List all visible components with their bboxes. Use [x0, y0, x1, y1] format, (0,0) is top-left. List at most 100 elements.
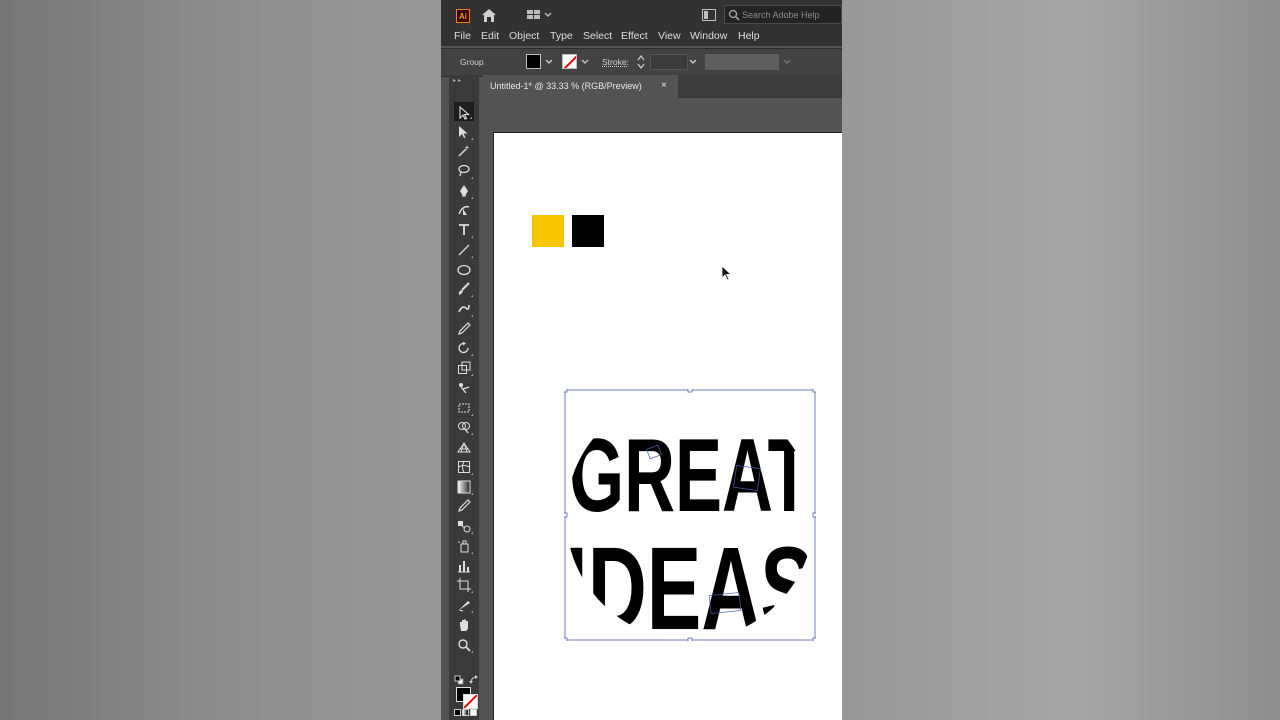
column-graph-tool-button[interactable] [454, 556, 474, 575]
flyout-indicator [471, 552, 473, 554]
pen-tool-icon [460, 185, 468, 197]
zoom-tool-button[interactable] [454, 635, 474, 654]
mesh-tool-button[interactable] [454, 457, 474, 476]
curvature-tool-button[interactable] [454, 200, 474, 219]
stroke-weight-input[interactable] [650, 54, 688, 70]
symbol-sprayer-tool-button[interactable] [454, 536, 474, 555]
menu-view[interactable]: View [658, 30, 681, 42]
color-mode-icon[interactable] [454, 709, 461, 716]
default-colors-icon[interactable] [454, 675, 464, 685]
document-tab[interactable]: Untitled-1* @ 33.33 % (RGB/Preview) × [483, 75, 678, 98]
black-swatch-rectangle[interactable] [572, 215, 604, 247]
close-icon[interactable]: × [661, 80, 667, 91]
gradient-tool-icon [457, 480, 471, 494]
paintbrush-tool-button[interactable] [454, 279, 474, 298]
flyout-indicator [471, 374, 473, 376]
type-tool-icon [459, 224, 469, 235]
hand-tool-icon [460, 619, 468, 631]
flyout-indicator [471, 177, 473, 179]
chevron-down-icon[interactable] [689, 59, 697, 65]
menu-file[interactable]: File [454, 30, 471, 42]
search-input[interactable] [742, 7, 842, 22]
column-graph-tool-icon [458, 561, 470, 573]
tools-panel [449, 75, 479, 720]
puppet-warp-tool-button[interactable] [454, 378, 474, 397]
scale-tool-button[interactable] [454, 358, 474, 377]
none-mode-icon[interactable] [470, 709, 477, 716]
hand-tool-button[interactable] [454, 615, 474, 634]
yellow-swatch-rectangle[interactable] [532, 215, 564, 247]
flyout-indicator [471, 493, 473, 495]
chevron-down-icon[interactable] [783, 59, 791, 65]
chevron-down-icon[interactable] [545, 59, 553, 65]
fill-stroke-widget[interactable] [454, 675, 480, 716]
gradient-tool-button[interactable] [454, 477, 474, 496]
menu-select[interactable]: Select [583, 30, 612, 42]
symbol-sprayer-tool-icon [458, 540, 469, 553]
pen-tool-button[interactable] [454, 181, 474, 200]
arrange-documents-icon[interactable] [702, 9, 716, 21]
artboard[interactable]: GREAT IDEAS [493, 132, 842, 720]
document-tab-bar: Untitled-1* @ 33.33 % (RGB/Preview) × [483, 75, 842, 98]
rotate-tool-button[interactable] [454, 338, 474, 357]
lasso-tool-button[interactable] [454, 161, 474, 180]
perspective-grid-tool-icon [457, 442, 471, 453]
selection-tool-button[interactable] [454, 102, 474, 121]
flyout-indicator [471, 414, 473, 416]
variable-width-profile[interactable] [705, 54, 779, 70]
swap-colors-icon[interactable] [469, 675, 479, 685]
stroke-weight-label[interactable]: Stroke: [602, 57, 629, 67]
stroke-color-swatch[interactable] [562, 54, 577, 69]
selection-type-label: Group [460, 57, 484, 67]
artboard-tool-button[interactable] [454, 575, 474, 594]
magic-wand-tool-icon [458, 145, 470, 157]
perspective-grid-tool-button[interactable] [454, 437, 474, 456]
paintbrush-tool-icon [458, 282, 470, 295]
help-search[interactable] [724, 5, 842, 24]
pencil-tool-button[interactable] [454, 319, 474, 338]
magic-wand-tool-button[interactable] [454, 141, 474, 160]
stroke-stepper-icon[interactable] [637, 54, 645, 70]
eyedropper-tool-button[interactable] [454, 496, 474, 515]
gradient-mode-icon[interactable] [462, 709, 469, 716]
line-segment-tool-button[interactable] [454, 240, 474, 259]
mouse-pointer-icon [721, 265, 733, 281]
fill-color-swatch[interactable] [526, 54, 541, 69]
document-tab-title: Untitled-1* @ 33.33 % (RGB/Preview) [490, 81, 642, 91]
flyout-indicator [471, 236, 473, 238]
menu-type[interactable]: Type [550, 30, 573, 42]
shaper-tool-button[interactable] [454, 299, 474, 318]
flyout-indicator [471, 532, 473, 534]
stroke-swatch-large[interactable] [463, 694, 478, 709]
color-mode-buttons[interactable] [454, 709, 478, 716]
type-tool-button[interactable] [454, 220, 474, 239]
free-transform-tool-icon [458, 403, 470, 413]
menu-object[interactable]: Object [509, 30, 539, 42]
warped-text-artwork[interactable]: GREAT IDEAS [564, 389, 816, 641]
collapse-icon[interactable] [453, 79, 465, 82]
flyout-indicator [470, 117, 472, 119]
menu-window[interactable]: Window [690, 30, 727, 42]
slice-tool-icon [458, 601, 470, 612]
menu-help[interactable]: Help [738, 30, 760, 42]
slice-tool-button[interactable] [454, 595, 474, 614]
flyout-indicator [471, 295, 473, 297]
workspace-switcher-icon[interactable] [527, 9, 555, 21]
free-transform-tool-button[interactable] [454, 398, 474, 417]
ellipse-tool-button[interactable] [454, 260, 474, 279]
flyout-indicator [471, 256, 473, 258]
menu-edit[interactable]: Edit [481, 30, 499, 42]
blend-tool-icon [458, 521, 471, 533]
eyedropper-tool-icon [458, 499, 471, 512]
blend-tool-button[interactable] [454, 516, 474, 535]
shape-builder-tool-button[interactable] [454, 417, 474, 436]
home-icon[interactable] [481, 8, 497, 23]
pencil-tool-icon [458, 322, 471, 335]
title-bar: Ai [441, 0, 842, 29]
chevron-down-icon[interactable] [581, 59, 589, 65]
canvas-area[interactable]: GREAT IDEAS [483, 98, 842, 720]
menu-effect[interactable]: Effect [621, 30, 648, 42]
control-bar: Group Stroke: [441, 48, 842, 77]
zoom-tool-icon [458, 639, 471, 652]
direct-selection-tool-button[interactable] [454, 122, 474, 141]
